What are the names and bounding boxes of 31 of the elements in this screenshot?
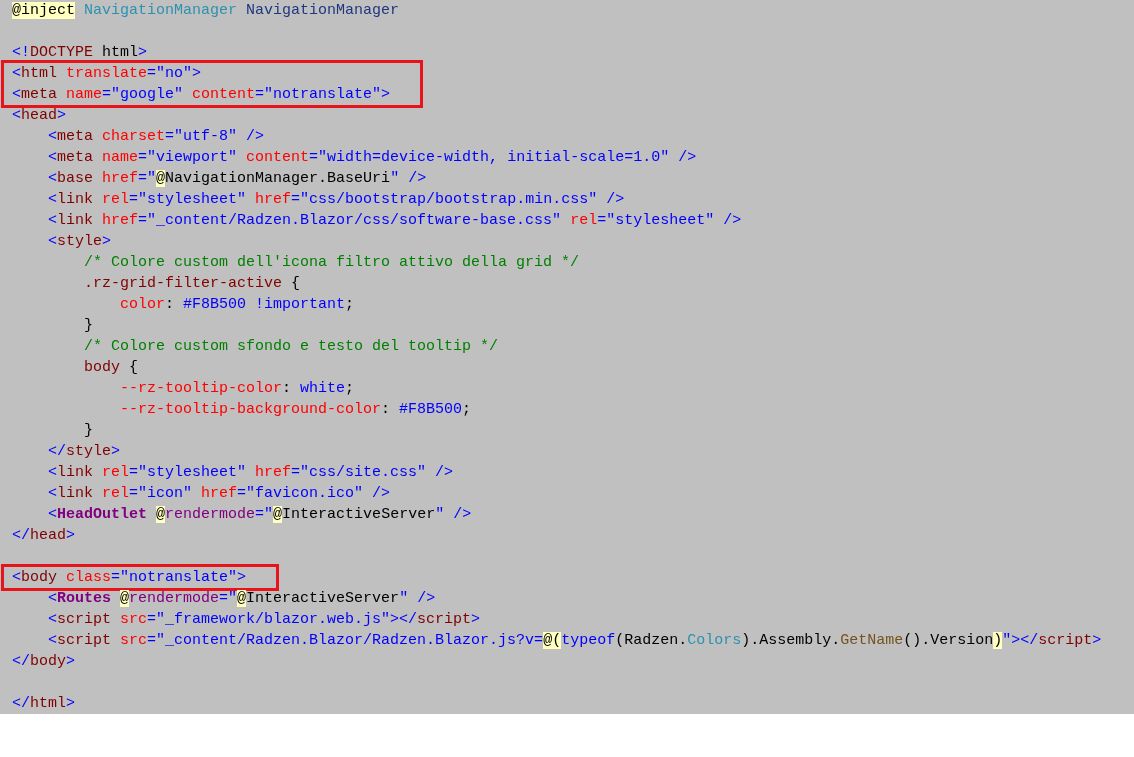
code-line: </head> [12,526,76,546]
code-line: <script src="_content/Radzen.Blazor/Radzen.Blazor.js?v=@(typeof(Radzen.Colors).Assembly.GetName().Version)"></script> [47,631,1102,651]
code-line: </style> [47,442,121,462]
code-line: <HeadOutlet @rendermode="@InteractiveServer" /> [47,505,472,525]
code-line: <meta charset="utf-8" /> [47,127,265,147]
code-line: /* Colore custom sfondo e testo del tooltip */ [83,337,499,357]
code-line: @inject NavigationManager NavigationManager [12,1,400,21]
code-line: <head> [12,106,67,126]
code-line: </html> [12,694,76,714]
code-line: <link href="_content/Radzen.Blazor/css/software-base.css" rel="stylesheet" /> [47,211,742,231]
code-line: <base href="@NavigationManager.BaseUri" /> [47,169,427,189]
code-line: --rz-tooltip-color: white; [119,379,355,399]
code-line: <Routes @rendermode="@InteractiveServer" /> [47,589,436,609]
code-line: <link rel="stylesheet" href="css/bootstrap/bootstrap.min.css" /> [47,190,625,210]
code-line: } [83,316,93,336]
code-line: } [83,421,93,441]
code-line: <link rel="stylesheet" href="css/site.css" /> [47,463,454,483]
code-line: --rz-tooltip-background-color: #F8B500; [119,400,472,420]
code-line: <style> [47,232,112,252]
code-line: <script src="_framework/blazor.web.js"></script> [47,610,481,630]
code-line: </body> [12,652,76,672]
code-line: <!DOCTYPE html> [12,43,148,63]
code-line: <meta name="google" content="notranslate"> [12,85,391,105]
code-line: .rz-grid-filter-active { [83,274,301,294]
code-line: /* Colore custom dell'icona filtro attivo della grid */ [83,253,580,273]
code-line: <html translate="no"> [12,64,202,84]
code-line: color: #F8B500 !important; [119,295,355,315]
code-line: <body class="notranslate"> [12,568,247,588]
code-line: body { [83,358,139,378]
code-line: <link rel="icon" href="favicon.ico" /> [47,484,391,504]
code-line: <meta name="viewport" content="width=device-width, initial-scale=1.0" /> [47,148,697,168]
